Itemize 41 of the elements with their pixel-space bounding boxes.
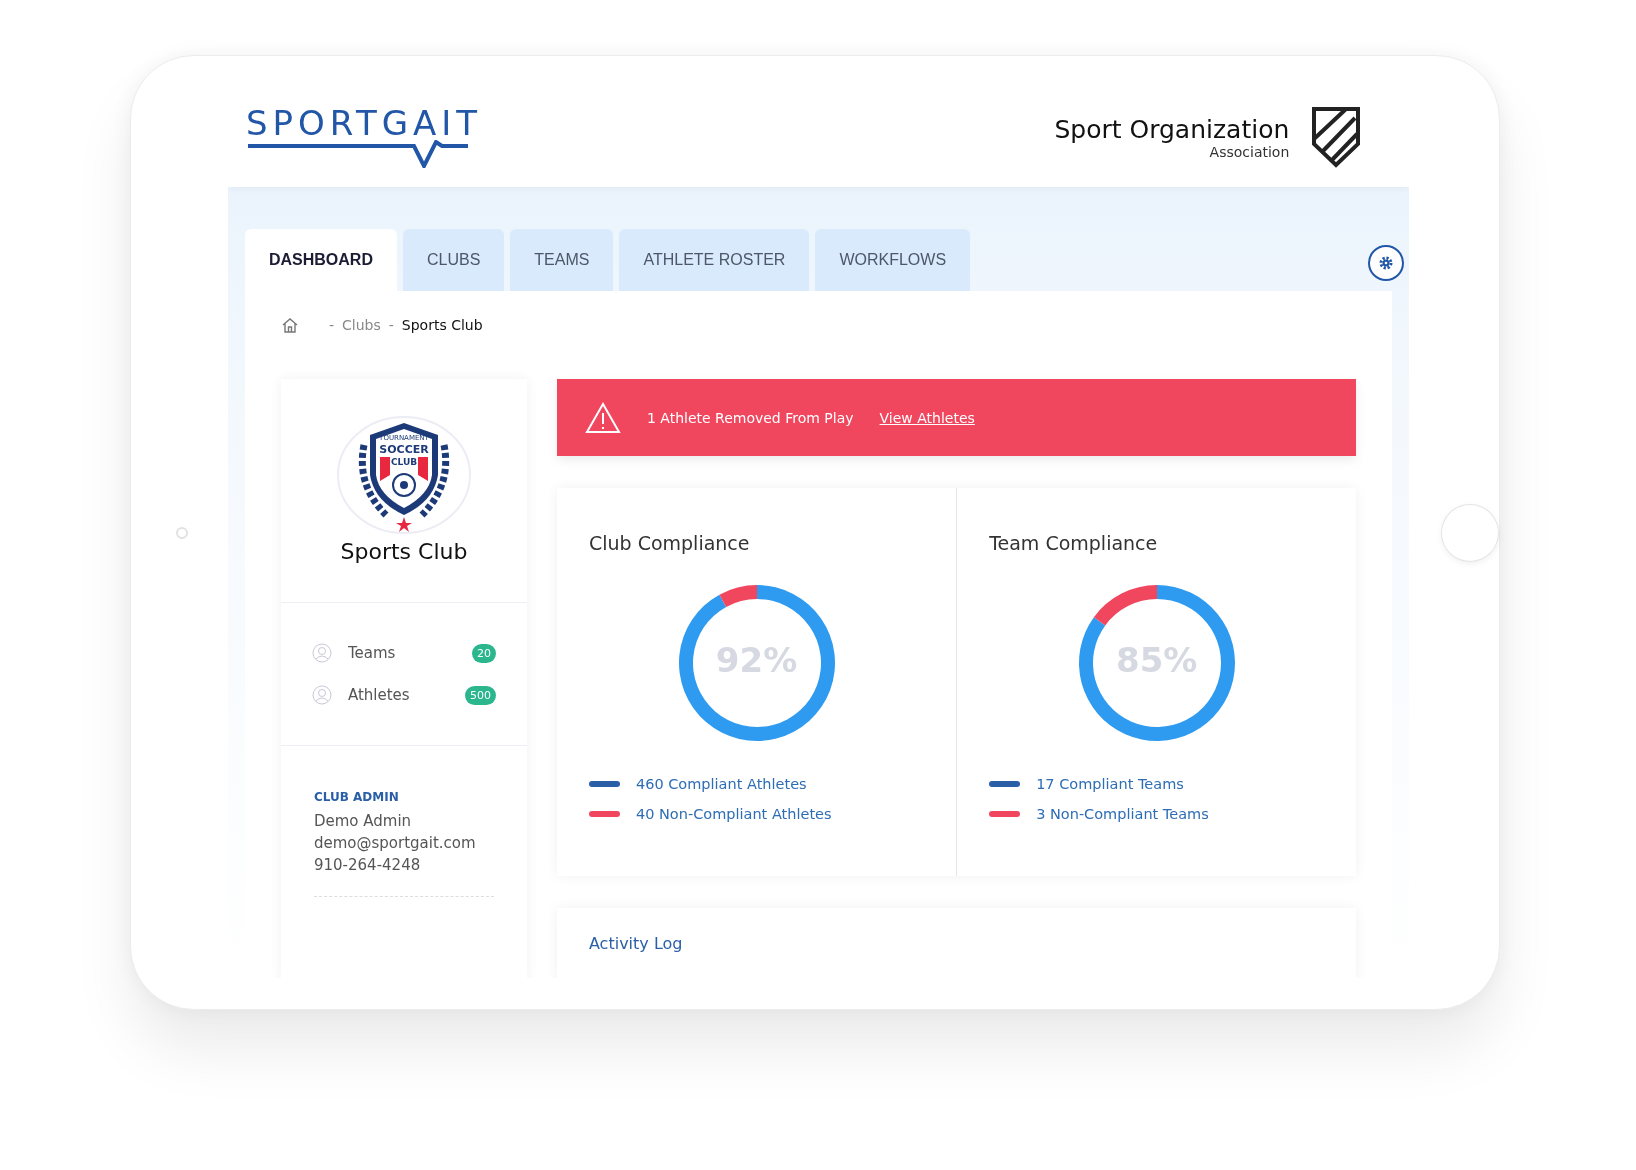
activity-log-title: Activity Log — [588, 934, 683, 953]
chart-title: Team Compliance — [989, 532, 1159, 554]
legend-label: 3 Non-Compliant Teams — [1036, 806, 1209, 822]
camera-icon — [176, 526, 188, 539]
home-icon[interactable] — [280, 317, 299, 333]
breadcrumb-item: - — [388, 317, 394, 333]
shield-icon — [1311, 106, 1362, 168]
stat-label[interactable]: Teams — [347, 644, 472, 662]
count-badge: 20 — [471, 643, 496, 663]
person-icon — [311, 685, 332, 705]
chart-title: Club Compliance — [588, 532, 751, 554]
admin-name: Demo Admin — [313, 812, 413, 830]
admin-heading: CLUB ADMIN — [313, 790, 400, 804]
stat-label[interactable]: Athletes — [347, 686, 465, 704]
non-compliant-slice — [718, 585, 757, 607]
organization-name: Sport Organization — [1054, 114, 1290, 144]
organization-subtitle: Association — [1209, 143, 1290, 160]
count-badge: 500 — [464, 685, 496, 705]
legend-label: 460 Compliant Athletes — [635, 776, 807, 792]
nav-tab[interactable]: TEAMS — [510, 229, 614, 291]
nav-tab[interactable]: DASHBOARD — [244, 229, 397, 291]
breadcrumb-item: - — [328, 317, 334, 333]
heartbeat-line-icon — [245, 140, 470, 168]
legend-label: 40 Non-Compliant Athletes — [635, 806, 832, 822]
person-icon — [311, 643, 332, 663]
alert-message: 1 Athlete Removed From Play — [646, 409, 854, 426]
admin-phone: 910-264-4248 — [313, 856, 422, 874]
logo: SPORTGAIT — [245, 106, 483, 140]
settings-icon — [1378, 255, 1395, 271]
club-name: Sports Club — [340, 539, 468, 564]
breadcrumb-current: Sports Club — [401, 317, 483, 333]
legend-label: 17 Compliant Teams — [1036, 776, 1184, 792]
view-athletes-link[interactable]: View Athletes — [879, 409, 975, 426]
nav-tab[interactable]: CLUBS — [402, 229, 505, 291]
admin-email: demo@sportgait.com — [313, 834, 477, 852]
nav-tab[interactable]: WORKFLOWS — [815, 229, 971, 291]
warning-icon — [584, 401, 621, 434]
non-compliant-slice — [1093, 585, 1157, 626]
breadcrumb-item[interactable]: Clubs — [342, 317, 381, 333]
nav-tab[interactable]: ATHLETE ROSTER — [619, 229, 810, 291]
settings-button[interactable] — [1368, 245, 1405, 281]
